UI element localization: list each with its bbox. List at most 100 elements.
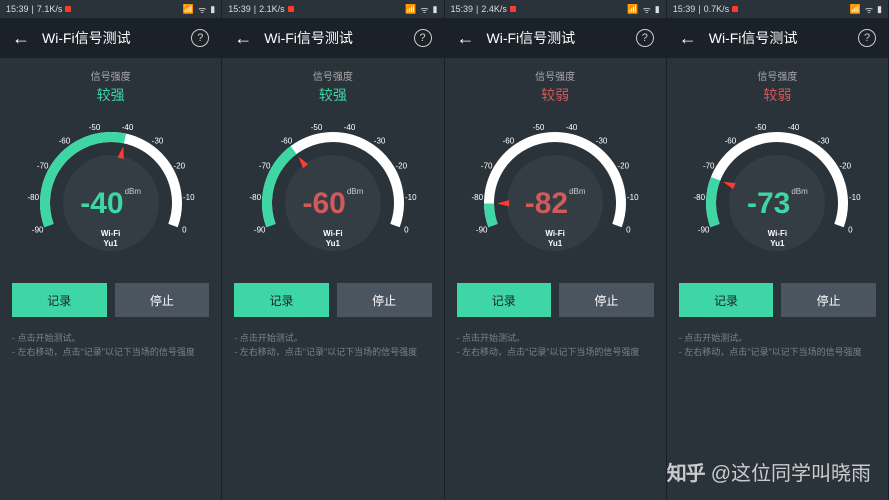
svg-text:0: 0 xyxy=(626,226,631,235)
status-speed: 7.1K/s xyxy=(37,4,63,14)
svg-text:-70: -70 xyxy=(481,161,493,170)
wifi-icon: ᯤ xyxy=(865,3,873,16)
status-bar: 15:39 | 7.1K/s 📶 ᯤ ▮ xyxy=(0,0,221,18)
svg-text:-30: -30 xyxy=(818,136,830,145)
svg-text:-80: -80 xyxy=(694,193,706,202)
help-icon[interactable]: ? xyxy=(636,29,654,47)
signal-gauge: -90-80-70-60-50-40-30-20-100 -82dBm Wi-F… xyxy=(465,111,645,271)
record-button[interactable]: 记录 xyxy=(457,283,552,317)
record-button[interactable]: 记录 xyxy=(234,283,329,317)
back-arrow-icon[interactable]: ← xyxy=(12,28,30,49)
help-icon[interactable]: ? xyxy=(858,29,876,47)
hint-line-1: - 点击开始测试。 xyxy=(679,331,876,345)
back-arrow-icon[interactable]: ← xyxy=(234,28,252,49)
svg-text:-30: -30 xyxy=(374,136,386,145)
recording-indicator-icon xyxy=(510,6,516,12)
hints: - 点击开始测试。 - 左右移动，点击"记录"以记下当场的信号强度 xyxy=(457,331,654,360)
battery-icon: ▮ xyxy=(877,4,882,15)
status-speed: 0.7K/s xyxy=(704,4,730,14)
app-header: ← Wi-Fi信号测试 ? xyxy=(222,18,443,58)
signal-strength-label: 信号强度 xyxy=(535,68,575,83)
svg-text:-90: -90 xyxy=(698,226,710,235)
signal-icon: 📶 xyxy=(405,4,416,15)
app-header: ← Wi-Fi信号测试 ? xyxy=(445,18,666,58)
svg-text:-40: -40 xyxy=(344,123,356,132)
battery-icon: ▮ xyxy=(210,4,215,15)
svg-text:-60: -60 xyxy=(58,136,70,145)
page-title: Wi-Fi信号测试 xyxy=(264,28,401,48)
status-time: 15:39 xyxy=(228,4,251,14)
status-bar: 15:39 | 2.1K/s 📶 ᯤ ▮ xyxy=(222,0,443,18)
wifi-ssid: Wi-FiYu1 xyxy=(323,229,342,248)
help-icon[interactable]: ? xyxy=(191,29,209,47)
svg-text:-60: -60 xyxy=(725,136,737,145)
status-speed: 2.1K/s xyxy=(259,4,285,14)
signal-gauge: -90-80-70-60-50-40-30-20-100 -40dBm Wi-F… xyxy=(21,111,201,271)
page-title: Wi-Fi信号测试 xyxy=(42,28,179,48)
record-button[interactable]: 记录 xyxy=(679,283,774,317)
status-bar: 15:39 | 0.7K/s 📶 ᯤ ▮ xyxy=(667,0,888,18)
record-button[interactable]: 记录 xyxy=(12,283,107,317)
wifi-ssid: Wi-FiYu1 xyxy=(101,229,120,248)
svg-text:-20: -20 xyxy=(618,161,630,170)
battery-icon: ▮ xyxy=(655,4,660,15)
panel-3: 15:39 | 0.7K/s 📶 ᯤ ▮ ← Wi-Fi信号测试 ? 信号强度 … xyxy=(667,0,889,500)
hint-line-2: - 左右移动，点击"记录"以记下当场的信号强度 xyxy=(679,345,876,359)
svg-text:-80: -80 xyxy=(27,193,39,202)
stop-button[interactable]: 停止 xyxy=(559,283,654,317)
gauge-reading: -73 xyxy=(747,187,790,221)
signal-icon: 📶 xyxy=(183,4,194,15)
svg-text:-10: -10 xyxy=(405,193,417,202)
gauge-reading: -60 xyxy=(302,187,345,221)
signal-strength-label: 信号强度 xyxy=(757,68,797,83)
svg-text:-70: -70 xyxy=(703,161,715,170)
app-header: ← Wi-Fi信号测试 ? xyxy=(667,18,888,58)
svg-text:-50: -50 xyxy=(88,123,100,132)
stop-button[interactable]: 停止 xyxy=(781,283,876,317)
signal-strength-value: 较弱 xyxy=(541,85,569,105)
signal-strength-value: 较弱 xyxy=(763,85,791,105)
signal-gauge: -90-80-70-60-50-40-30-20-100 -60dBm Wi-F… xyxy=(243,111,423,271)
wifi-ssid: Wi-FiYu1 xyxy=(768,229,787,248)
gauge-unit: dBm xyxy=(125,187,141,196)
signal-strength-value: 较强 xyxy=(97,85,125,105)
hints: - 点击开始测试。 - 左右移动，点击"记录"以记下当场的信号强度 xyxy=(234,331,431,360)
svg-text:0: 0 xyxy=(848,226,853,235)
wifi-ssid: Wi-FiYu1 xyxy=(545,229,564,248)
stop-button[interactable]: 停止 xyxy=(337,283,432,317)
back-arrow-icon[interactable]: ← xyxy=(457,28,475,49)
gauge-reading: -82 xyxy=(525,187,568,221)
content: 信号强度 较弱 -90-80-70-60-50-40-30-20-100 -82… xyxy=(445,58,666,500)
svg-text:-50: -50 xyxy=(533,123,545,132)
back-arrow-icon[interactable]: ← xyxy=(679,28,697,49)
svg-text:-90: -90 xyxy=(254,226,266,235)
svg-text:-30: -30 xyxy=(151,136,163,145)
status-time: 15:39 xyxy=(451,4,474,14)
hint-line-2: - 左右移动，点击"记录"以记下当场的信号强度 xyxy=(12,345,209,359)
wifi-icon: ᯤ xyxy=(420,3,428,16)
svg-text:-40: -40 xyxy=(566,123,578,132)
signal-icon: 📶 xyxy=(850,4,861,15)
svg-text:-70: -70 xyxy=(259,161,271,170)
gauge-unit: dBm xyxy=(791,187,807,196)
svg-text:-40: -40 xyxy=(788,123,800,132)
help-icon[interactable]: ? xyxy=(414,29,432,47)
svg-text:-10: -10 xyxy=(627,193,639,202)
hints: - 点击开始测试。 - 左右移动，点击"记录"以记下当场的信号强度 xyxy=(12,331,209,360)
hint-line-1: - 点击开始测试。 xyxy=(457,331,654,345)
hint-line-1: - 点击开始测试。 xyxy=(234,331,431,345)
svg-text:-60: -60 xyxy=(503,136,515,145)
gauge-unit: dBm xyxy=(347,187,363,196)
signal-strength-value: 较强 xyxy=(319,85,347,105)
panel-0: 15:39 | 7.1K/s 📶 ᯤ ▮ ← Wi-Fi信号测试 ? 信号强度 … xyxy=(0,0,222,500)
svg-text:-30: -30 xyxy=(596,136,608,145)
signal-strength-label: 信号强度 xyxy=(313,68,353,83)
svg-text:0: 0 xyxy=(404,226,409,235)
panel-1: 15:39 | 2.1K/s 📶 ᯤ ▮ ← Wi-Fi信号测试 ? 信号强度 … xyxy=(222,0,444,500)
svg-text:-80: -80 xyxy=(472,193,484,202)
recording-indicator-icon xyxy=(65,6,71,12)
svg-text:-40: -40 xyxy=(121,123,133,132)
recording-indicator-icon xyxy=(732,6,738,12)
stop-button[interactable]: 停止 xyxy=(115,283,210,317)
svg-text:-20: -20 xyxy=(173,161,185,170)
